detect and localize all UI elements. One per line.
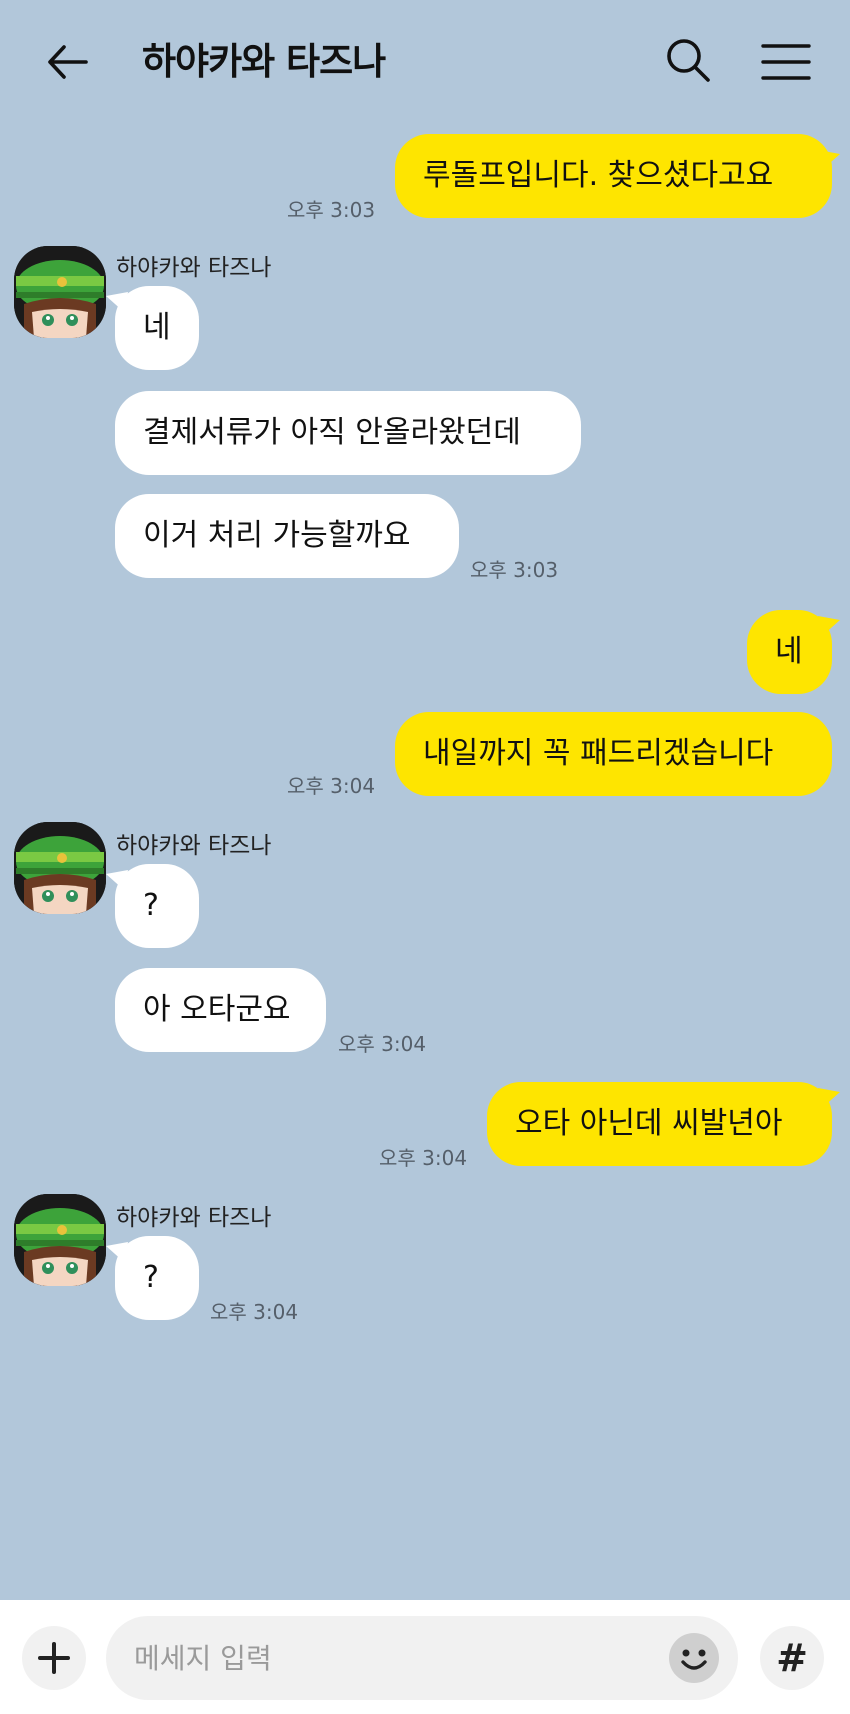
- message-time: 오후 3:03: [470, 558, 559, 582]
- bubble-tail: [106, 870, 128, 890]
- bubble-tail: [818, 616, 840, 636]
- avatar[interactable]: [14, 1194, 106, 1286]
- bubble-tail: [818, 150, 840, 170]
- avatar[interactable]: [14, 246, 106, 338]
- their-message-bubble[interactable]: 결제서류가 아직 안올라왔던데: [115, 391, 581, 475]
- back-button[interactable]: [42, 36, 94, 88]
- sender-name: 하야카와 타즈나: [116, 255, 272, 281]
- sender-name: 하야카와 타즈나: [116, 833, 272, 859]
- sender-name: 하야카와 타즈나: [116, 1205, 272, 1231]
- my-message-bubble[interactable]: 루돌프입니다. 찾으셨다고요: [395, 134, 832, 218]
- their-message-bubble[interactable]: 이거 처리 가능할까요: [115, 494, 459, 578]
- message-time: 오후 3:04: [210, 1300, 299, 1324]
- search-icon: [667, 39, 710, 82]
- plus-icon: [38, 1642, 70, 1674]
- message-time: 오후 3:04: [338, 1032, 427, 1056]
- my-message-bubble[interactable]: 내일까지 꼭 패드리겠습니다: [395, 712, 832, 796]
- hamburger-menu-icon: [761, 44, 811, 80]
- search-button[interactable]: [664, 36, 714, 86]
- hashtag-button[interactable]: #: [760, 1626, 824, 1690]
- my-message-bubble[interactable]: 오타 아닌데 씨발년아: [487, 1082, 832, 1166]
- chat-header: 하야카와 타즈나: [0, 0, 850, 120]
- arrow-left-icon: [48, 45, 88, 79]
- message-input-bar: #: [0, 1600, 850, 1714]
- message-time: 오후 3:04: [379, 1146, 468, 1170]
- smiley-icon: [669, 1633, 719, 1683]
- message-input[interactable]: [106, 1616, 738, 1700]
- chat-messages[interactable]: 오후 3:03 루돌프입니다. 찾으셨다고요 하야카와 타즈나 네 결제서류가 …: [0, 120, 850, 1600]
- avatar[interactable]: [14, 822, 106, 914]
- chat-title: 하야카와 타즈나: [142, 40, 386, 83]
- attach-button[interactable]: [22, 1626, 86, 1690]
- bubble-tail: [106, 292, 128, 312]
- their-message-bubble[interactable]: 아 오타군요: [115, 968, 326, 1052]
- message-time: 오후 3:03: [287, 198, 376, 222]
- menu-button[interactable]: [760, 38, 812, 86]
- emoji-button[interactable]: [666, 1630, 722, 1686]
- bubble-tail: [818, 1088, 840, 1108]
- bubble-tail: [106, 1242, 128, 1262]
- message-time: 오후 3:04: [287, 774, 376, 798]
